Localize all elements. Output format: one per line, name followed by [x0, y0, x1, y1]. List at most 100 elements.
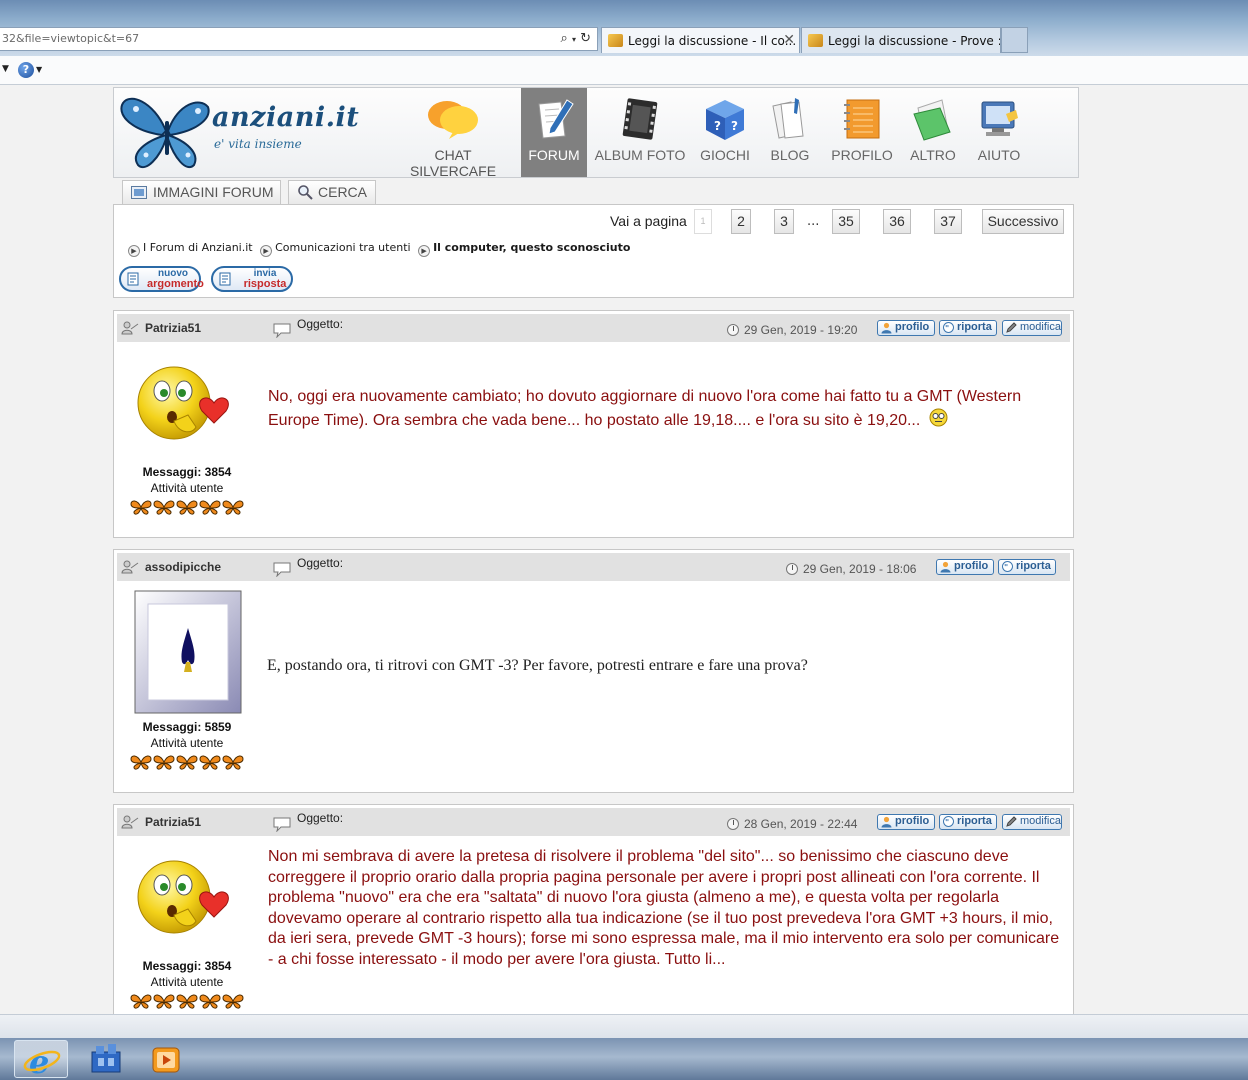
arrow-right-icon: ▶ — [260, 245, 273, 257]
post-header: Patrizia51 Oggetto: 29 Gen, 2019 - 19:20… — [117, 314, 1070, 342]
blog-pages-icon — [772, 98, 804, 139]
button-label: riporta — [957, 815, 992, 827]
next-page-button[interactable]: Successivo — [982, 209, 1064, 234]
nav-giochi[interactable]: ? ? GIOCHI — [695, 88, 755, 177]
taskbar-explorer-button[interactable] — [84, 1040, 128, 1078]
speech-bubble-icon — [273, 817, 291, 832]
nav-chat-silvercafe[interactable]: CHAT SILVERCAFE — [390, 98, 516, 179]
speech-bubble-icon — [273, 562, 291, 577]
profile-notebook-icon — [844, 99, 880, 139]
breadcrumb-label: Il computer, questo sconosciuto — [433, 241, 631, 254]
quote-button[interactable]: " riporta — [998, 559, 1056, 575]
post-date: 28 Gen, 2019 - 22:44 — [727, 817, 857, 831]
tab-active[interactable]: Leggi la discussione - Il co... ✕ — [601, 27, 800, 53]
nav-label: GIOCHI — [700, 147, 750, 163]
nav-forum[interactable]: FORUM — [521, 88, 587, 177]
svg-text:": " — [945, 818, 949, 827]
nav-altro[interactable]: ALTRO — [905, 88, 961, 177]
nav-blog[interactable]: BLOG — [762, 88, 818, 177]
address-bar[interactable]: 32&file=viewtopic&t=67 ⌕ ▾ ↻ — [0, 27, 598, 51]
quote-button[interactable]: " riporta — [939, 320, 997, 336]
nav-aiuto[interactable]: AIUTO — [970, 88, 1028, 177]
document-icon — [219, 272, 231, 286]
breadcrumb-label: I Forum di Anziani.it — [143, 241, 253, 254]
new-topic-button[interactable]: nuovo argomento — [119, 266, 204, 292]
button-label: modifica — [1020, 321, 1061, 333]
butterfly-icon — [199, 500, 221, 515]
page-link[interactable]: 2 — [731, 209, 751, 234]
chevron-down-icon[interactable]: ▼ — [2, 64, 9, 74]
butterfly-logo-icon — [120, 97, 210, 168]
page-link[interactable]: 36 — [883, 209, 911, 234]
svg-text:?: ? — [714, 119, 721, 133]
clock-icon — [786, 563, 798, 575]
topic-navigation: Vai a pagina 1 2 3 ... 35 36 37 Successi… — [113, 204, 1074, 298]
breadcrumb-item[interactable]: ▶ Il computer, questo sconosciuto — [418, 241, 630, 257]
post-activity-label: Attività utente — [150, 736, 224, 750]
butterfly-icon — [199, 994, 221, 1009]
reply-button[interactable]: invia risposta — [211, 266, 293, 292]
post-message-count: Messaggi: 5859 — [142, 720, 232, 734]
profile-button[interactable]: profilo — [877, 814, 935, 830]
forum-pen-icon — [538, 99, 574, 139]
pencil-icon — [1006, 816, 1017, 827]
puzzle-cube-icon: ? ? — [706, 100, 744, 140]
page-link[interactable]: 3 — [774, 209, 794, 234]
page-link[interactable]: 35 — [832, 209, 860, 234]
post-text: Non mi sembrava di avere la pretesa di r… — [268, 848, 1060, 968]
post-activity-label: Attività utente — [150, 975, 224, 989]
page-link[interactable]: 37 — [934, 209, 962, 234]
svg-text:e: e — [29, 1043, 49, 1079]
taskbar-ie-button[interactable]: e — [14, 1040, 68, 1080]
arrow-right-icon: ▶ — [418, 245, 431, 257]
post-date-text: 29 Gen, 2019 - 19:20 — [744, 323, 858, 337]
quote-button[interactable]: " riporta — [939, 814, 997, 830]
help-computer-icon — [981, 101, 1018, 136]
help-icon[interactable]: ? — [18, 62, 34, 78]
chevron-down-icon[interactable]: ▼ — [36, 65, 42, 74]
nav-profilo[interactable]: PROFILO — [826, 88, 898, 177]
nav-label: CHAT SILVERCAFE — [409, 147, 497, 179]
dropdown-icon[interactable]: ▾ — [572, 35, 576, 44]
user-icon — [121, 815, 139, 829]
post-activity-label: Attività utente — [150, 481, 224, 495]
tab-inactive[interactable]: Leggi la discussione - Prove :: ... — [801, 27, 1001, 53]
tab-cerca[interactable]: CERCA — [288, 180, 376, 204]
nav-album-foto[interactable]: ALBUM FOTO — [590, 88, 690, 177]
post-date-text: 29 Gen, 2019 - 18:06 — [803, 562, 917, 576]
subtab-label: CERCA — [318, 184, 368, 200]
user-icon — [121, 560, 139, 574]
command-bar: ▼ ? ▼ — [0, 56, 1248, 85]
butterfly-icon — [130, 994, 152, 1009]
profile-button[interactable]: profilo — [936, 559, 994, 575]
butterfly-icon — [130, 500, 152, 515]
taskbar-media-player-button[interactable] — [144, 1040, 188, 1078]
post-text: No, oggi era nuovamente cambiato; ho dov… — [268, 388, 1022, 429]
nav-label: AIUTO — [977, 147, 1021, 163]
breadcrumb: ▶ I Forum di Anziani.it ▶ Comunicazioni tr… — [128, 241, 634, 257]
refresh-icon[interactable]: ↻ — [580, 31, 591, 46]
butterfly-icon — [153, 500, 175, 515]
butterfly-icon — [222, 994, 244, 1009]
post-date: 29 Gen, 2019 - 19:20 — [727, 323, 857, 337]
file-explorer-icon — [91, 1044, 121, 1073]
tab-label: Leggi la discussione - Il co... — [628, 34, 797, 48]
edit-button[interactable]: modifica — [1002, 814, 1062, 830]
post-author[interactable]: Patrizia51 — [145, 815, 201, 829]
breadcrumb-item[interactable]: ▶ I Forum di Anziani.it — [128, 241, 253, 257]
smiley-heart-icon — [137, 366, 229, 440]
profile-button[interactable]: profilo — [877, 320, 935, 336]
clock-icon — [727, 324, 739, 336]
address-url: 32&file=viewtopic&t=67 — [2, 32, 140, 45]
breadcrumb-item[interactable]: ▶ Comunicazioni tra utenti — [260, 241, 411, 257]
tab-immagini-forum[interactable]: IMMAGINI FORUM — [122, 180, 281, 204]
edit-button[interactable]: modifica — [1002, 320, 1062, 336]
post-author[interactable]: Patrizia51 — [145, 321, 201, 335]
user-icon — [121, 321, 139, 335]
close-icon[interactable]: ✕ — [783, 32, 795, 48]
search-icon[interactable]: ⌕ — [561, 31, 568, 46]
post-author[interactable]: assodipicche — [145, 560, 221, 574]
new-tab-button[interactable] — [1001, 27, 1028, 53]
ace-of-spades-icon — [134, 590, 242, 714]
site-logo[interactable]: anziani.it e' vita insieme — [114, 88, 374, 177]
